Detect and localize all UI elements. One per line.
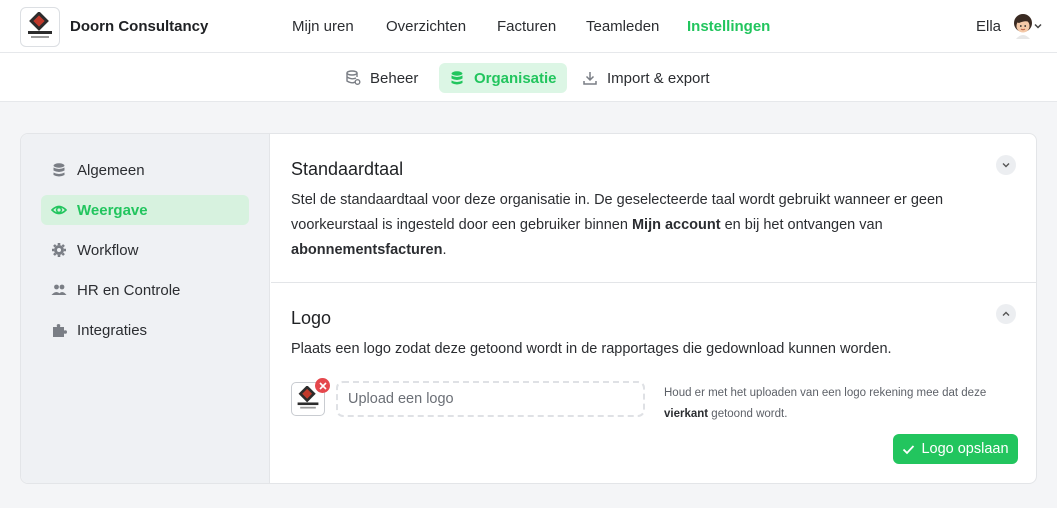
sidebar-item-integraties[interactable]: Integraties — [41, 315, 249, 345]
sidebar-item-weergave[interactable]: Weergave — [41, 195, 249, 225]
sidebar-item-label: Algemeen — [77, 161, 145, 179]
settings-card: Algemeen Weergave Workflow HR en Control… — [20, 133, 1037, 484]
section-description: Plaats een logo zodat deze getoond wordt… — [291, 341, 892, 357]
subnav-beheer[interactable]: Beheer — [335, 63, 428, 93]
database-icon — [451, 71, 463, 85]
sidebar-item-label: Integraties — [77, 321, 148, 339]
users-icon — [51, 284, 67, 295]
hint-text: Houd er met het uploaden van een logo re… — [664, 387, 987, 399]
settings-sidebar: Algemeen Weergave Workflow HR en Control… — [21, 134, 270, 483]
nav-facturen[interactable]: Facturen — [497, 18, 556, 35]
check-icon — [903, 444, 915, 454]
hint-text: getoond wordt. — [708, 408, 788, 420]
user-name[interactable]: Ella — [976, 18, 1001, 35]
logo-upload-hint: Houd er met het uploaden van een logo re… — [664, 383, 1004, 425]
download-icon — [583, 72, 597, 85]
hint-bold-text: vierkant — [664, 408, 709, 420]
section-title: Standaardtaal — [291, 159, 404, 179]
section-description: Stel de standaardtaal voor deze organisa… — [291, 188, 981, 263]
remove-logo-button[interactable] — [315, 378, 330, 393]
nav-mijn-uren[interactable]: Mijn uren — [292, 18, 354, 35]
database-icon — [53, 163, 65, 177]
nav-overzichten[interactable]: Overzichten — [386, 18, 466, 35]
description-text: . — [442, 242, 447, 258]
eye-icon — [51, 205, 67, 215]
logo-section: Logo Plaats een logo zodat deze getoond … — [271, 283, 1036, 483]
save-logo-label: Logo opslaan — [921, 441, 1009, 457]
sidebar-item-algemeen[interactable]: Algemeen — [41, 155, 249, 185]
subnav-organisatie[interactable]: Organisatie — [439, 63, 567, 93]
chevron-down-icon — [1002, 163, 1010, 168]
user-avatar-icon[interactable] — [1011, 13, 1035, 39]
default-language-section: Standaardtaal Stel de standaardtaal voor… — [271, 134, 1036, 283]
chevron-down-icon[interactable] — [1033, 21, 1043, 31]
subnav-organisatie-label: Organisatie — [474, 69, 557, 87]
sidebar-item-label: Weergave — [77, 201, 148, 219]
abonnementsfacturen-text: abonnementsfacturen — [291, 242, 443, 258]
save-logo-button[interactable]: Logo opslaan — [893, 434, 1018, 464]
expand-section-button[interactable] — [996, 155, 1016, 175]
mijn-account-link: Mijn account — [631, 217, 721, 233]
close-icon — [318, 381, 327, 390]
subnav-import-export-label: Import & export — [607, 69, 710, 87]
sidebar-item-label: Workflow — [77, 241, 139, 259]
sidebar-item-hr-en-controle[interactable]: HR en Controle — [41, 275, 249, 305]
nav-instellingen[interactable]: Instellingen — [687, 18, 770, 35]
database-settings-icon — [346, 70, 361, 85]
sidebar-item-label: HR en Controle — [77, 281, 181, 299]
gear-icon — [52, 243, 66, 257]
sidebar-item-workflow[interactable]: Workflow — [41, 235, 249, 265]
subnav-import-export[interactable]: Import & export — [572, 63, 720, 93]
chevron-up-icon — [1002, 311, 1010, 316]
section-title: Logo — [291, 308, 332, 328]
subnav-beheer-label: Beheer — [370, 69, 419, 87]
nav-teamleden[interactable]: Teamleden — [586, 18, 659, 35]
company-name: Doorn Consultancy — [70, 18, 209, 35]
settings-content: Standaardtaal Stel de standaardtaal voor… — [271, 134, 1036, 483]
settings-subnav: Beheer Organisatie Import & export — [0, 53, 1057, 102]
description-text: en bij het ontvangen van — [720, 217, 883, 233]
collapse-section-button[interactable] — [996, 304, 1016, 324]
company-logo[interactable] — [20, 7, 60, 47]
upload-logo-dropzone[interactable]: Upload een logo — [336, 381, 645, 417]
puzzle-icon — [53, 324, 67, 337]
top-navigation: Doorn Consultancy Mijn uren Overzichten … — [0, 0, 1057, 53]
